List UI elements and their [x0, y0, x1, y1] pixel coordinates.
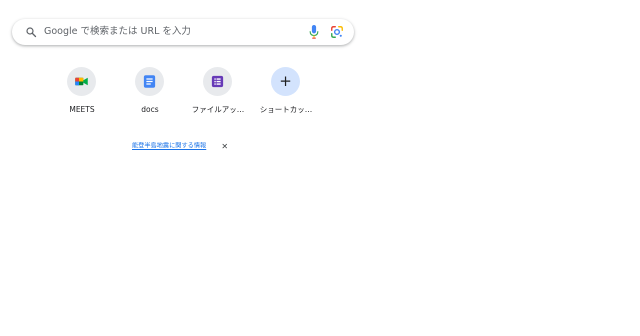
- mic-icon[interactable]: [309, 25, 319, 39]
- google-forms-icon: [211, 75, 224, 88]
- shortcuts-grid: MEETS docs ファイルアッ… + ショートカッ…: [52, 67, 322, 127]
- shortcut-icon-bg: +: [271, 67, 300, 96]
- plus-icon: +: [279, 72, 292, 90]
- search-placeholder[interactable]: Google で検索または URL を入力: [44, 26, 191, 38]
- search-box[interactable]: Google で検索または URL を入力: [12, 19, 354, 45]
- promo-notice: 能登半島地震に関する情報 ✕: [132, 136, 228, 151]
- shortcut-file-upload[interactable]: ファイルアッ…: [188, 67, 248, 121]
- close-icon[interactable]: ✕: [221, 142, 228, 152]
- shortcut-icon-bg: [67, 67, 96, 96]
- new-tab-page: Google で検索または URL を入力 MEETS docs ファイルアッ……: [0, 0, 640, 336]
- shortcut-label: ファイルアッ…: [191, 105, 245, 114]
- shortcut-icon-bg: [135, 67, 164, 96]
- lens-icon[interactable]: [330, 25, 344, 39]
- notice-link[interactable]: 能登半島地震に関する情報: [132, 143, 206, 150]
- shortcut-meets[interactable]: MEETS: [52, 67, 112, 121]
- shortcut-label: ショートカッ…: [259, 105, 313, 114]
- shortcut-label: docs: [141, 105, 159, 114]
- add-shortcut-button[interactable]: + ショートカッ…: [256, 67, 316, 121]
- shortcut-label: MEETS: [69, 105, 95, 114]
- shortcut-docs[interactable]: docs: [120, 67, 180, 121]
- shortcut-icon-bg: [203, 67, 232, 96]
- google-meet-icon: [75, 77, 88, 86]
- search-icon: [26, 27, 37, 38]
- google-docs-icon: [143, 75, 156, 88]
